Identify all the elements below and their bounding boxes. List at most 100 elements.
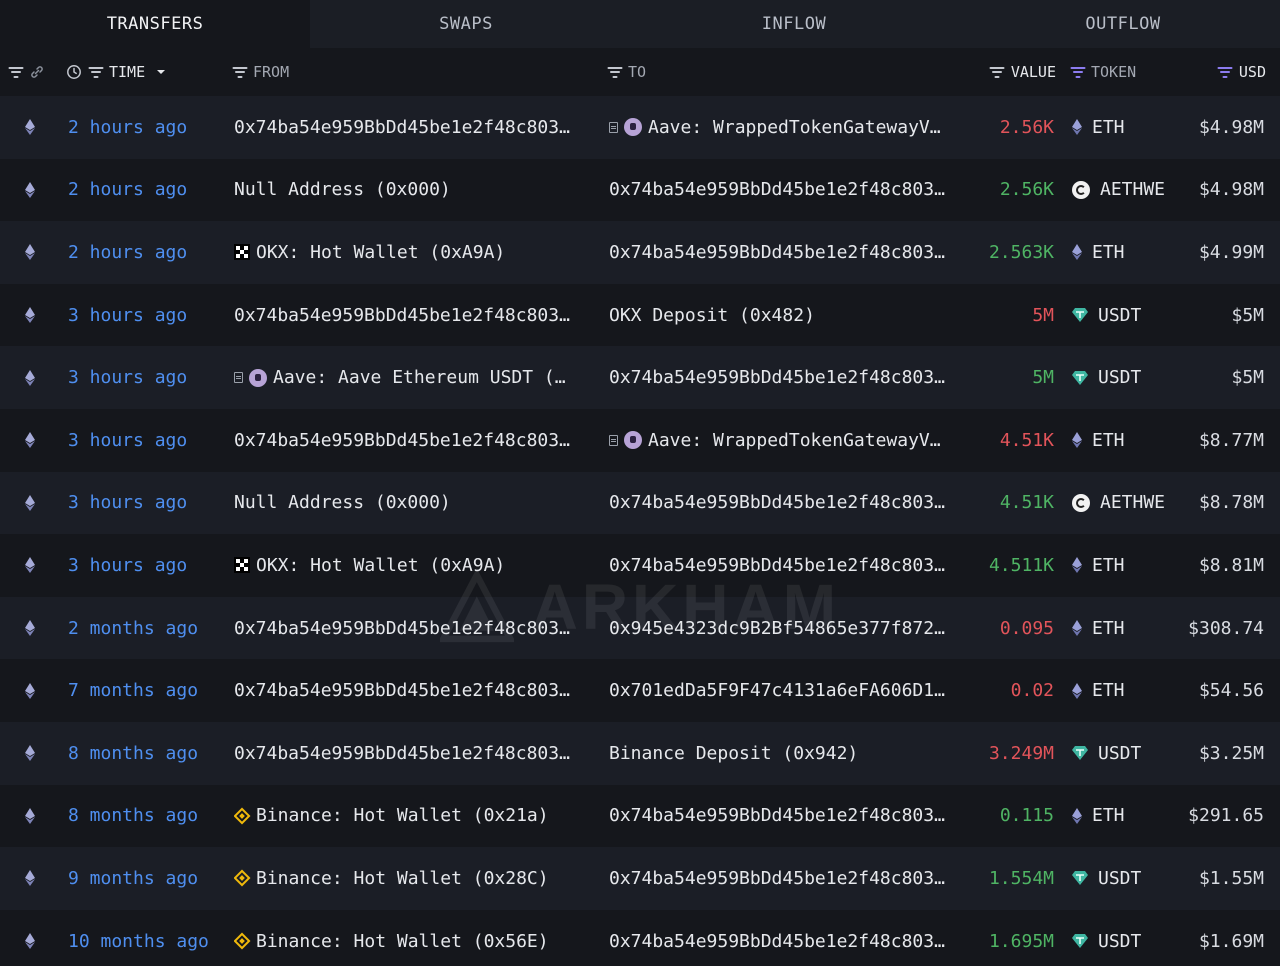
filter-icon[interactable] (989, 66, 1005, 78)
time-link[interactable]: 9 months ago (68, 847, 228, 910)
to-address[interactable]: Aave: WrappedTokenGatewayV… (648, 117, 941, 138)
from-entity[interactable]: 0x74ba54e959BbDd45be1e2f48c803… (234, 284, 586, 347)
token-cell[interactable]: ETH (1072, 534, 1172, 597)
to-entity[interactable]: 0x74ba54e959BbDd45be1e2f48c803… (609, 472, 961, 535)
tab-transfers[interactable]: TRANSFERS (0, 0, 310, 48)
from-address[interactable]: Binance: Hot Wallet (0x21a) (256, 805, 549, 826)
token-cell[interactable]: ETH (1072, 409, 1172, 472)
token-symbol[interactable]: USDT (1098, 931, 1141, 952)
tab-inflow[interactable]: INFLOW (622, 0, 966, 48)
from-entity[interactable]: 0x74ba54e959BbDd45be1e2f48c803… (234, 409, 586, 472)
token-cell[interactable]: ETH (1072, 221, 1172, 284)
to-address[interactable]: 0x74ba54e959BbDd45be1e2f48c803… (609, 805, 945, 826)
table-row[interactable]: 2 months ago 0x74ba54e959BbDd45be1e2f48c8… (0, 596, 1280, 660)
token-symbol[interactable]: AETHWE (1100, 179, 1165, 200)
to-entity[interactable]: 0x74ba54e959BbDd45be1e2f48c803… (609, 159, 961, 222)
table-row[interactable]: 2 hours ago Null Address (0x000) 0x74ba54e… (0, 158, 1280, 222)
to-entity[interactable]: 0x74ba54e959BbDd45be1e2f48c803… (609, 910, 961, 966)
table-row[interactable]: 3 hours ago 0x74ba54e959BbDd45be1e2f48c80… (0, 408, 1280, 472)
from-entity[interactable]: OKX: Hot Wallet (0xA9A) (234, 534, 586, 597)
token-cell[interactable]: USDT (1072, 346, 1172, 409)
time-link[interactable]: 3 hours ago (68, 409, 228, 472)
from-address[interactable]: Null Address (0x000) (234, 179, 451, 200)
from-entity[interactable]: Null Address (0x000) (234, 472, 586, 535)
time-link[interactable]: 2 months ago (68, 597, 228, 660)
to-entity[interactable]: 0x701edDa5F9F47c4131a6eFA606D1… (609, 659, 961, 722)
from-entity[interactable]: Aave: Aave Ethereum USDT (… (234, 346, 586, 409)
table-row[interactable]: 7 months ago 0x74ba54e959BbDd45be1e2f48c8… (0, 659, 1280, 722)
to-address[interactable]: 0x74ba54e959BbDd45be1e2f48c803… (609, 492, 945, 513)
token-cell[interactable]: USDT (1072, 910, 1172, 966)
to-address[interactable]: 0x74ba54e959BbDd45be1e2f48c803… (609, 179, 945, 200)
table-row[interactable]: 3 hours ago Aave: Aave Ethereum USDT (… 0x… (0, 346, 1280, 409)
from-address[interactable]: 0x74ba54e959BbDd45be1e2f48c803… (234, 305, 570, 326)
time-link[interactable]: 8 months ago (68, 785, 228, 848)
token-symbol[interactable]: ETH (1092, 618, 1125, 639)
to-entity[interactable]: Aave: WrappedTokenGatewayV… (609, 409, 961, 472)
token-column-header[interactable]: TOKEN (1070, 48, 1136, 96)
token-cell[interactable]: USDT (1072, 284, 1172, 347)
table-row[interactable]: 2 hours ago 0x74ba54e959BbDd45be1e2f48c80… (0, 96, 1280, 159)
to-entity[interactable]: 0x74ba54e959BbDd45be1e2f48c803… (609, 785, 961, 848)
token-cell[interactable]: AETHWE (1072, 472, 1172, 535)
from-address[interactable]: 0x74ba54e959BbDd45be1e2f48c803… (234, 743, 570, 764)
token-symbol[interactable]: ETH (1092, 242, 1125, 263)
usd-column-header[interactable]: USD (1190, 48, 1266, 96)
time-link[interactable]: 2 hours ago (68, 96, 228, 159)
from-address[interactable]: OKX: Hot Wallet (0xA9A) (256, 555, 505, 576)
filter-icon[interactable] (607, 66, 622, 78)
token-symbol[interactable]: ETH (1092, 680, 1125, 701)
from-entity[interactable]: Null Address (0x000) (234, 159, 586, 222)
table-row[interactable]: 2 hours ago OKX: Hot Wallet (0xA9A) 0x74ba… (0, 221, 1280, 284)
time-link[interactable]: 10 months ago (68, 910, 228, 966)
from-address[interactable]: 0x74ba54e959BbDd45be1e2f48c803… (234, 618, 570, 639)
table-row[interactable]: 8 months ago 0x74ba54e959BbDd45be1e2f48c8… (0, 721, 1280, 785)
table-row[interactable]: 9 months ago Binance: Hot Wallet (0x28C) 0… (0, 847, 1280, 910)
token-cell[interactable]: ETH (1072, 659, 1172, 722)
time-link[interactable]: 7 months ago (68, 659, 228, 722)
filter-icon[interactable] (232, 66, 247, 78)
from-address[interactable]: 0x74ba54e959BbDd45be1e2f48c803… (234, 430, 570, 451)
time-link[interactable]: 8 months ago (68, 722, 228, 785)
to-address[interactable]: 0x74ba54e959BbDd45be1e2f48c803… (609, 367, 945, 388)
from-entity[interactable]: Binance: Hot Wallet (0x21a) (234, 785, 586, 848)
time-link[interactable]: 3 hours ago (68, 346, 228, 409)
from-address[interactable]: Binance: Hot Wallet (0x28C) (256, 868, 549, 889)
token-symbol[interactable]: USDT (1098, 305, 1141, 326)
token-cell[interactable]: USDT (1072, 847, 1172, 910)
time-link[interactable]: 3 hours ago (68, 534, 228, 597)
to-entity[interactable]: 0x74ba54e959BbDd45be1e2f48c803… (609, 534, 961, 597)
token-cell[interactable]: ETH (1072, 96, 1172, 159)
from-entity[interactable]: Binance: Hot Wallet (0x28C) (234, 847, 586, 910)
from-entity[interactable]: Binance: Hot Wallet (0x56E) (234, 910, 586, 966)
from-column-header[interactable]: FROM (232, 48, 289, 96)
to-entity[interactable]: 0x945e4323dc9B2Bf54865e377f872… (609, 597, 961, 660)
token-cell[interactable]: AETHWE (1072, 159, 1172, 222)
token-cell[interactable]: ETH (1072, 785, 1172, 848)
token-symbol[interactable]: USDT (1098, 367, 1141, 388)
from-address[interactable]: 0x74ba54e959BbDd45be1e2f48c803… (234, 680, 570, 701)
chain-filter-button[interactable] (8, 48, 45, 96)
table-row[interactable]: 3 hours ago Null Address (0x000) 0x74ba54e… (0, 471, 1280, 535)
time-link[interactable]: 3 hours ago (68, 284, 228, 347)
token-cell[interactable]: USDT (1072, 722, 1172, 785)
to-entity[interactable]: Aave: WrappedTokenGatewayV… (609, 96, 961, 159)
from-address[interactable]: Aave: Aave Ethereum USDT (… (273, 367, 566, 388)
from-entity[interactable]: 0x74ba54e959BbDd45be1e2f48c803… (234, 659, 586, 722)
to-address[interactable]: 0x74ba54e959BbDd45be1e2f48c803… (609, 931, 945, 952)
to-address[interactable]: 0x701edDa5F9F47c4131a6eFA606D1… (609, 680, 945, 701)
to-address[interactable]: 0x74ba54e959BbDd45be1e2f48c803… (609, 868, 945, 889)
table-row[interactable]: 8 months ago Binance: Hot Wallet (0x21a) 0… (0, 784, 1280, 848)
from-entity[interactable]: 0x74ba54e959BbDd45be1e2f48c803… (234, 96, 586, 159)
to-entity[interactable]: 0x74ba54e959BbDd45be1e2f48c803… (609, 346, 961, 409)
token-symbol[interactable]: ETH (1092, 805, 1125, 826)
to-entity[interactable]: OKX Deposit (0x482) (609, 284, 961, 347)
to-address[interactable]: 0x74ba54e959BbDd45be1e2f48c803… (609, 555, 945, 576)
to-address[interactable]: 0x945e4323dc9B2Bf54865e377f872… (609, 618, 945, 639)
from-entity[interactable]: 0x74ba54e959BbDd45be1e2f48c803… (234, 722, 586, 785)
to-entity[interactable]: 0x74ba54e959BbDd45be1e2f48c803… (609, 221, 961, 284)
filter-active-icon[interactable] (1070, 66, 1085, 78)
to-entity[interactable]: Binance Deposit (0x942) (609, 722, 961, 785)
tab-swaps[interactable]: SWAPS (310, 0, 622, 48)
token-symbol[interactable]: ETH (1092, 430, 1125, 451)
